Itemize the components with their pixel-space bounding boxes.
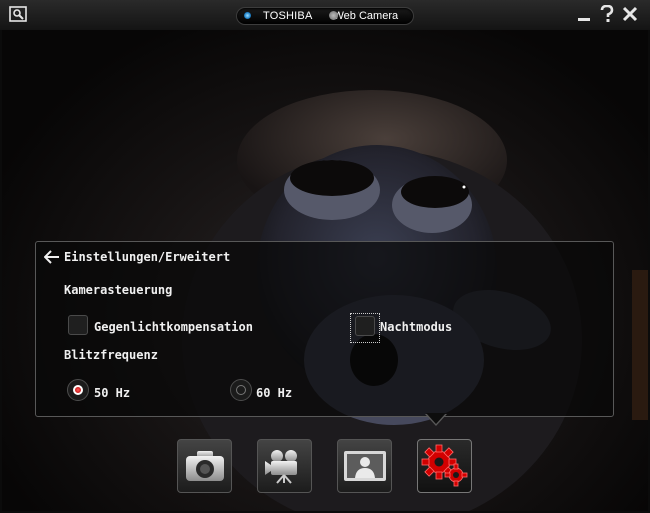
settings-gears-icon bbox=[421, 444, 467, 487]
video-button[interactable] bbox=[257, 439, 312, 493]
video-camera-icon bbox=[264, 450, 297, 484]
screen-capture-button[interactable] bbox=[8, 4, 28, 24]
radio-60hz-label: 60 Hz bbox=[256, 386, 293, 400]
panel-pointer-fill bbox=[426, 413, 446, 424]
radio-50hz[interactable] bbox=[67, 379, 89, 401]
radio-60hz[interactable] bbox=[230, 379, 252, 401]
back-arrow-icon bbox=[44, 250, 59, 264]
photo-camera-icon bbox=[185, 451, 224, 481]
webcam-window: TOSHIBA Web Camera Einstellungen/Erweite… bbox=[0, 0, 650, 513]
back-navigation[interactable]: Einstellungen/Erweitert bbox=[44, 250, 230, 264]
status-led-icon bbox=[244, 12, 251, 19]
night-mode-label: Nachtmodus bbox=[380, 320, 453, 334]
help-icon bbox=[600, 5, 614, 22]
effects-button[interactable] bbox=[337, 439, 392, 493]
app-title: Web Camera bbox=[333, 10, 399, 22]
separator-dot-icon bbox=[329, 11, 338, 20]
title-bar: TOSHIBA Web Camera bbox=[0, 0, 650, 30]
close-icon bbox=[622, 6, 638, 22]
screen-capture-icon bbox=[9, 6, 27, 22]
title-badge: TOSHIBA Web Camera bbox=[236, 7, 414, 25]
radio-50hz-label: 50 Hz bbox=[94, 386, 131, 400]
night-mode-checkbox[interactable] bbox=[355, 316, 375, 336]
minimize-icon bbox=[578, 18, 590, 21]
camera-control-heading: Kamerasteuerung bbox=[64, 283, 173, 297]
photo-button[interactable] bbox=[177, 439, 232, 493]
help-button[interactable] bbox=[597, 4, 617, 24]
radio-selected-indicator bbox=[73, 385, 83, 395]
settings-button[interactable] bbox=[417, 439, 472, 493]
breadcrumb: Einstellungen/Erweitert bbox=[64, 250, 231, 264]
flicker-frequency-heading: Blitzfrequenz bbox=[64, 348, 158, 362]
close-button[interactable] bbox=[620, 4, 640, 24]
minimize-button[interactable] bbox=[574, 4, 594, 24]
radio-unselected-indicator bbox=[236, 385, 246, 395]
brand-label: TOSHIBA bbox=[263, 10, 313, 22]
backlight-compensation-label: Gegenlichtkompensation bbox=[94, 320, 253, 334]
effects-icon bbox=[343, 451, 386, 481]
backlight-compensation-checkbox[interactable] bbox=[68, 315, 88, 335]
